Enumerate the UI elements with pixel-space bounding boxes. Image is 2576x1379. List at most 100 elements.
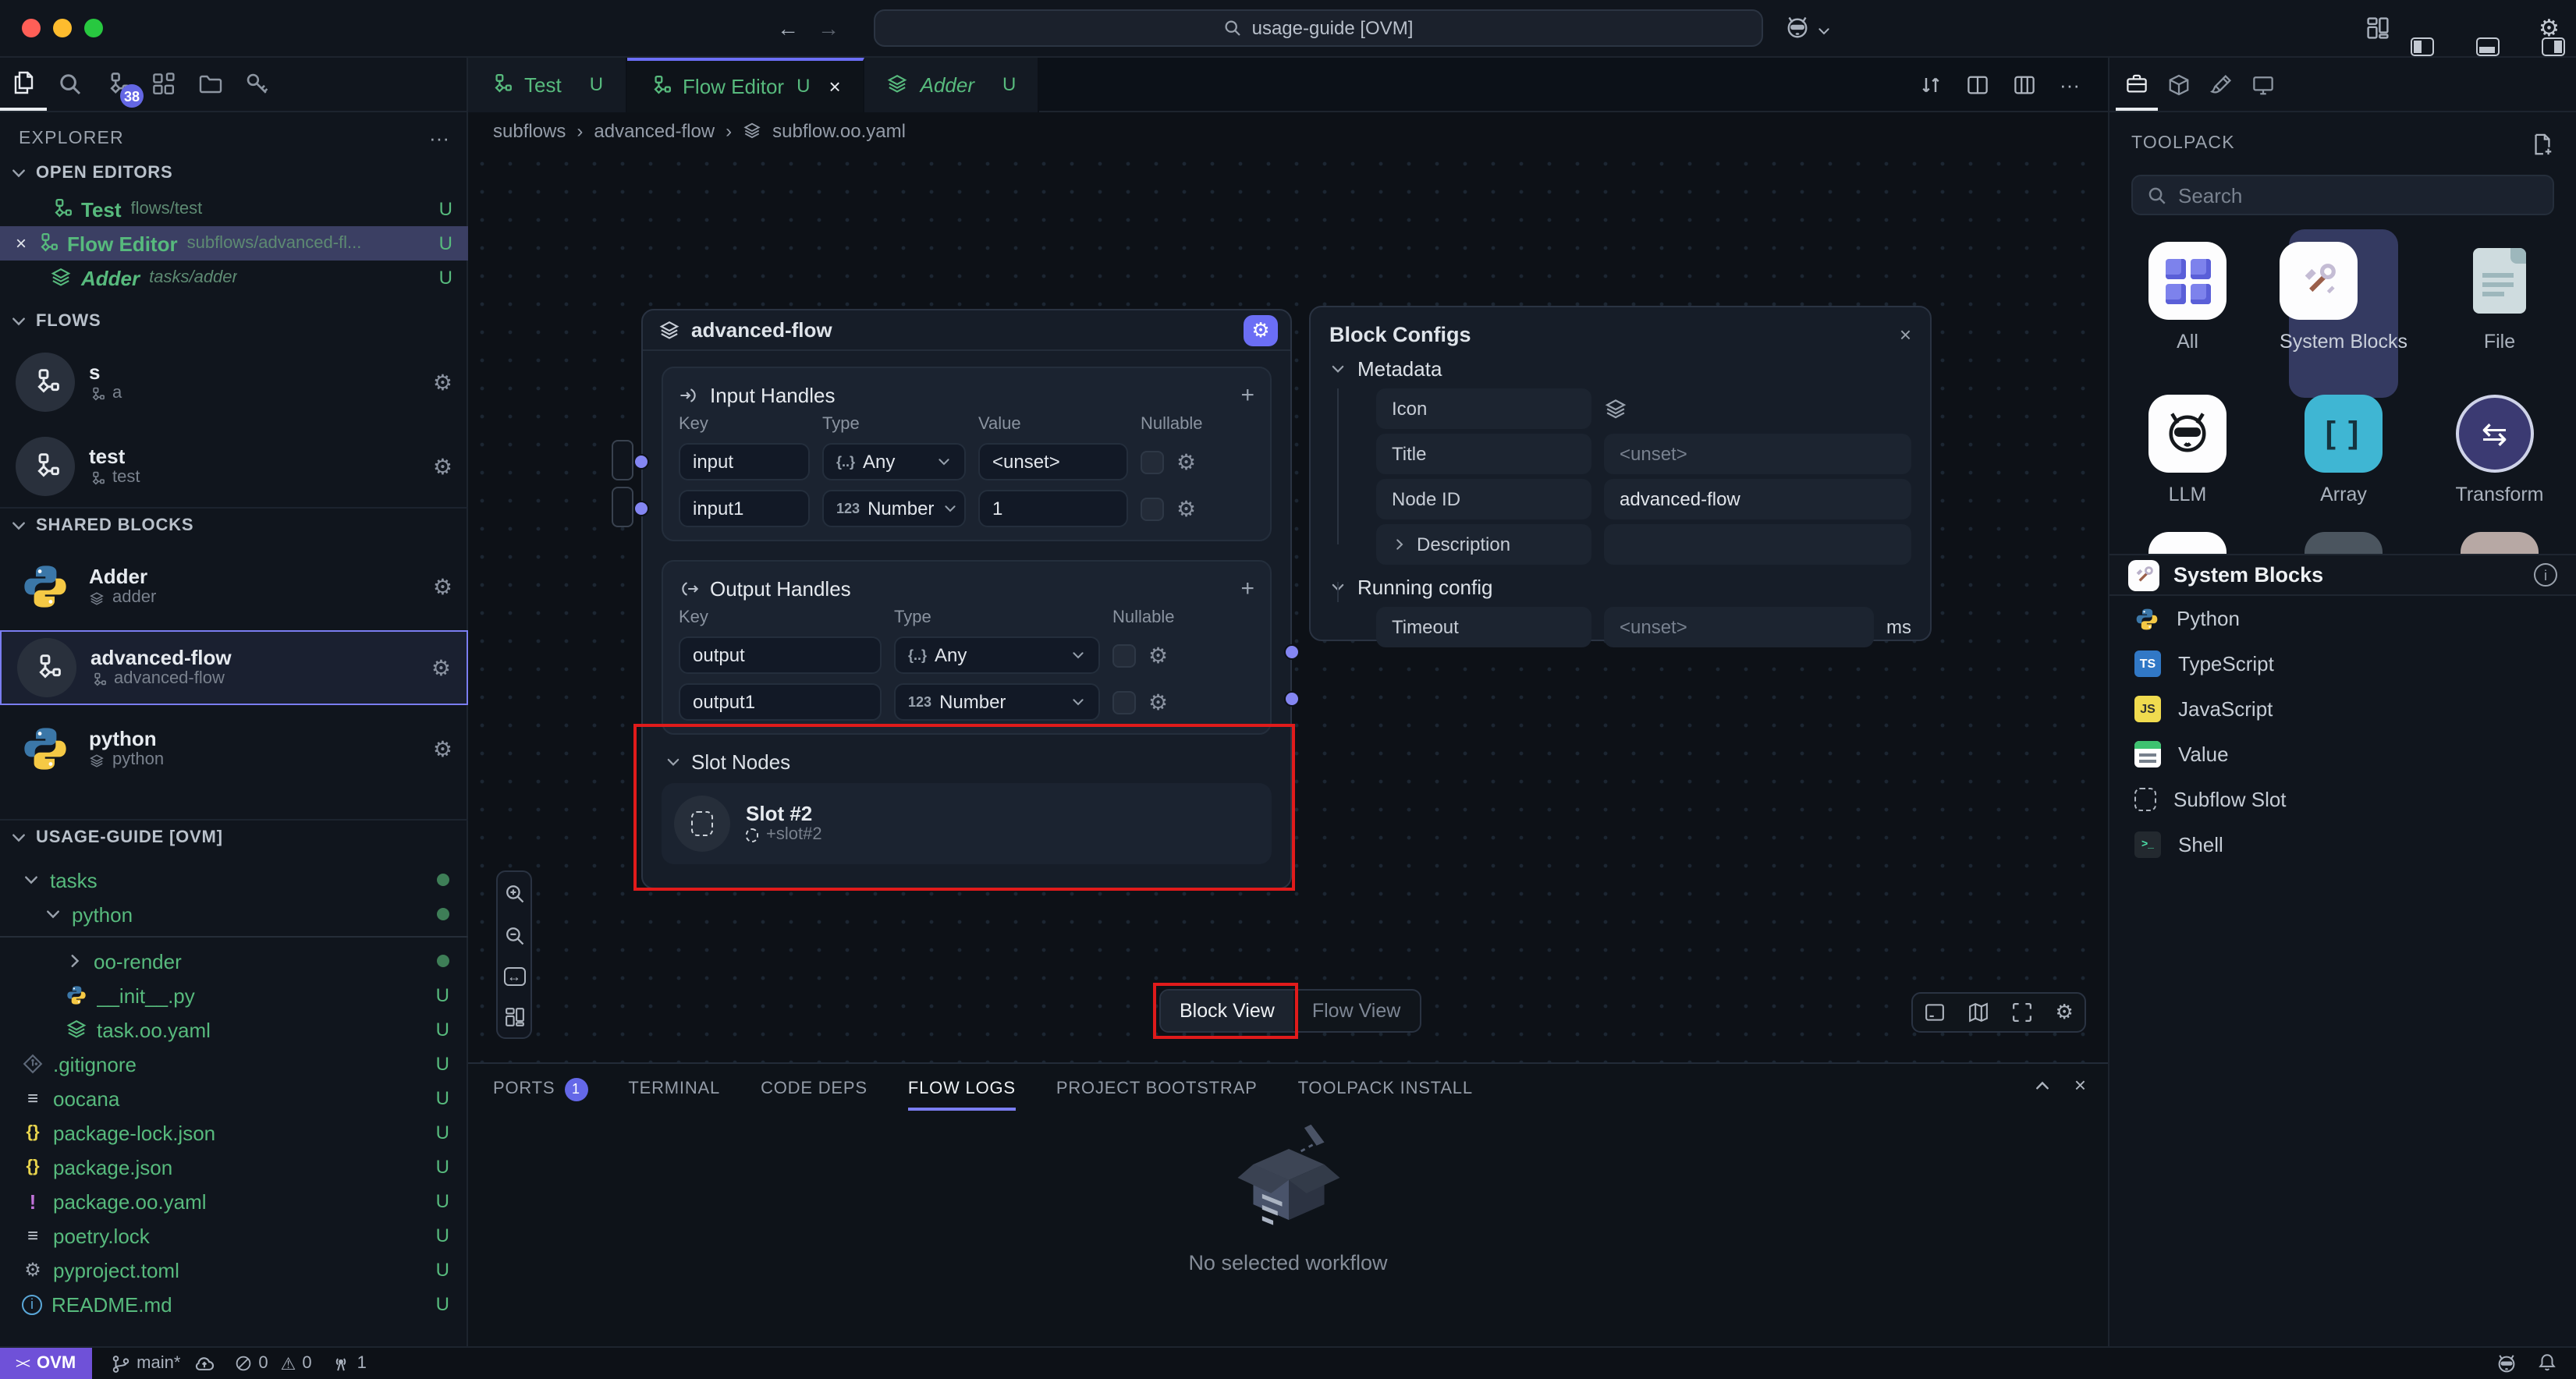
tab-flow-logs[interactable]: FLOW LOGS [908, 1064, 1016, 1114]
flow-view-button[interactable]: Flow View [1293, 991, 1419, 1031]
tree-folder-python[interactable]: python [0, 897, 468, 931]
block-python[interactable]: Python [2109, 596, 2576, 641]
remote-indicator[interactable]: >< OVM [0, 1347, 91, 1379]
tree-file-package-json[interactable]: {} package.jsonU [0, 1150, 468, 1184]
tree-file-init-py[interactable]: __init__.pyU [0, 978, 468, 1012]
tab-flow-editor[interactable]: Flow Editor U × [626, 57, 864, 112]
package-activity-icon[interactable] [2158, 58, 2200, 111]
node-id-field-value[interactable]: advanced-flow [1604, 479, 1911, 519]
gear-icon[interactable]: ⚙ [1148, 691, 1168, 713]
output-handle-port[interactable] [1284, 644, 1300, 660]
tree-file-package-oo-yaml[interactable]: ! package.oo.yamlU [0, 1184, 468, 1218]
tab-ports[interactable]: PORTS1 [493, 1064, 587, 1114]
nav-forward-icon[interactable]: → [818, 16, 839, 41]
add-input-icon[interactable]: + [1240, 381, 1254, 408]
block-subflow-slot[interactable]: Subflow Slot [2109, 777, 2576, 822]
description-field-value[interactable] [1604, 524, 1911, 565]
explorer-activity-icon[interactable] [0, 58, 47, 111]
flow-item-s[interactable]: s a ⚙ [0, 345, 468, 420]
timeout-field-value[interactable]: <unset> [1604, 607, 1874, 647]
input-handle-port[interactable] [633, 454, 649, 470]
fit-width-icon[interactable]: ↔ [503, 966, 525, 985]
shared-block-advanced-flow[interactable]: advanced-flow advanced-flow ⚙ [0, 630, 468, 705]
split-editor-icon[interactable] [1966, 73, 1989, 96]
secrets-key-activity-icon[interactable] [234, 58, 281, 111]
folder-activity-icon[interactable] [187, 58, 234, 111]
tree-file-package-lock-json[interactable]: {} package-lock.jsonU [0, 1115, 468, 1150]
input-handle-port[interactable] [633, 501, 649, 516]
breadcrumb-item[interactable]: subflows [493, 120, 566, 142]
assistant-cat-icon[interactable] [2495, 1352, 2518, 1375]
nullable-checkbox[interactable] [1112, 690, 1136, 714]
tree-file-pyproject-toml[interactable]: ⚙ pyproject.tomlU [0, 1253, 468, 1287]
tree-file-gitignore[interactable]: .gitignoreU [0, 1047, 468, 1081]
gear-icon[interactable]: ⚙ [433, 371, 452, 393]
nullable-checkbox[interactable] [1112, 643, 1136, 667]
theme-brush-activity-icon[interactable] [2200, 58, 2242, 111]
notifications-bell-icon[interactable] [2537, 1352, 2557, 1372]
node-settings-button[interactable]: ⚙ [1244, 314, 1278, 346]
output-handle-port[interactable] [1284, 691, 1300, 707]
value-field[interactable]: 1 [978, 490, 1128, 527]
shared-blocks-section[interactable]: SHARED BLOCKS [9, 516, 193, 535]
close-icon[interactable]: × [829, 74, 840, 97]
system-blocks-header[interactable]: System Blocks i [2109, 554, 2576, 596]
tab-terminal[interactable]: TERMINAL [628, 1064, 720, 1114]
auto-layout-icon[interactable] [503, 1005, 525, 1027]
node-header[interactable]: advanced-flow ⚙ [643, 310, 1290, 351]
tab-adder[interactable]: Adder U [864, 57, 1040, 112]
compare-changes-icon[interactable] [1919, 73, 1943, 96]
flows-section[interactable]: FLOWS [9, 312, 101, 331]
gear-icon[interactable]: ⚙ [1148, 644, 1168, 666]
tree-folder-oo-render[interactable]: oo-render [0, 944, 468, 978]
category-all[interactable]: All [2148, 242, 2227, 354]
problems-status[interactable]: 0 ⚠ 0 [233, 1353, 311, 1374]
toolpack-search[interactable] [2131, 175, 2554, 215]
gear-icon[interactable]: ⚙ [1176, 451, 1196, 473]
editor-layout-icon[interactable] [2013, 73, 2036, 96]
project-section[interactable]: USAGE-GUIDE [OVM] [9, 828, 223, 847]
zoom-out-icon[interactable] [503, 924, 525, 946]
console-panel-icon[interactable] [1924, 1001, 1946, 1023]
block-stack-icon[interactable] [1604, 397, 1627, 420]
metadata-group[interactable]: Metadata [1329, 353, 1911, 384]
gear-icon[interactable]: ⚙ [1176, 498, 1196, 519]
type-select[interactable]: {..}Any [894, 636, 1100, 674]
category-file[interactable]: File [2461, 242, 2539, 354]
category-system-blocks[interactable]: System Blocks [2280, 242, 2407, 354]
category-array[interactable]: [ ] Array [2305, 395, 2383, 507]
nav-back-icon[interactable]: ← [777, 16, 799, 41]
minimize-window-button[interactable] [53, 19, 72, 37]
tab-code-deps[interactable]: CODE DEPS [761, 1064, 868, 1114]
customize-layout-icon[interactable] [2365, 16, 2390, 41]
breadcrumb-item[interactable]: advanced-flow [594, 120, 715, 142]
tree-file-readme[interactable]: i README.mdU [0, 1287, 468, 1321]
category-llm[interactable]: LLM [2148, 395, 2227, 507]
type-select[interactable]: 123Number [894, 683, 1100, 721]
type-select[interactable]: {..}Any [822, 443, 966, 480]
assistant-cat-icon[interactable] [1783, 14, 1811, 42]
gear-icon[interactable]: ⚙ [433, 456, 452, 477]
category-transform[interactable]: ⇆ Transform [2456, 395, 2544, 507]
gear-icon[interactable]: ⚙ [433, 576, 452, 597]
search-activity-icon[interactable] [47, 58, 94, 111]
flow-canvas[interactable]: advanced-flow ⚙ Input Handles + KeyType [468, 150, 2108, 1062]
value-field[interactable]: <unset> [978, 443, 1128, 480]
nullable-checkbox[interactable] [1141, 450, 1164, 473]
new-toolpack-icon[interactable] [2531, 132, 2554, 155]
tab-test[interactable]: Test U [468, 57, 626, 112]
tree-file-poetry-lock[interactable]: ≡ poetry.lockU [0, 1218, 468, 1253]
zoom-in-icon[interactable] [503, 882, 525, 904]
block-shell[interactable]: >_ Shell [2109, 822, 2576, 867]
breadcrumb-item[interactable]: subflow.oo.yaml [772, 120, 906, 142]
key-field[interactable]: input1 [679, 490, 810, 527]
toolpack-activity-icon[interactable] [2116, 58, 2158, 111]
block-value[interactable]: Value [2109, 732, 2576, 777]
close-panel-icon[interactable]: × [2074, 1076, 2086, 1095]
maximize-panel-chevron-icon[interactable] [2034, 1076, 2053, 1095]
open-editor-adder[interactable]: Adder tasks/adder U [0, 261, 468, 295]
tree-file-oocana[interactable]: ≡ oocanaU [0, 1081, 468, 1115]
window-controls[interactable] [22, 19, 103, 37]
chevron-down-icon[interactable] [1816, 23, 1832, 39]
type-select[interactable]: 123Number [822, 490, 966, 527]
